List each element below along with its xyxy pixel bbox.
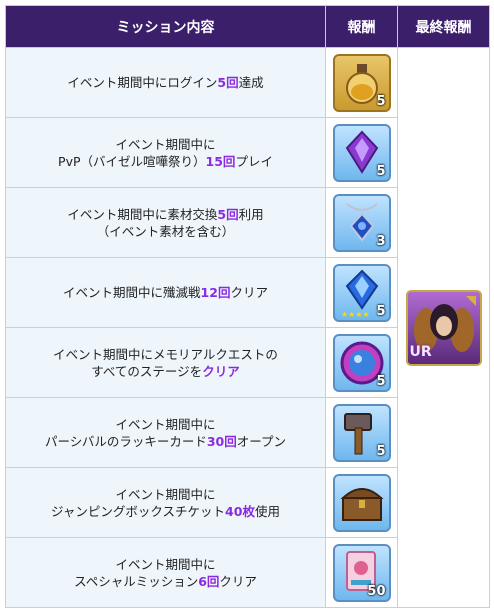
mission-description: イベント期間中にログイン5回達成: [5, 47, 326, 118]
mission-count-highlight: 5回: [217, 206, 239, 222]
mission-description: イベント期間中に PvP（バイゼル喧嘩祭り）15回プレイ: [5, 117, 326, 188]
hammer-icon[interactable]: 5: [332, 403, 391, 462]
reward-count: 5: [376, 373, 386, 389]
svg-text:★★★★: ★★★★: [341, 310, 370, 319]
reward-cell: 50: [325, 537, 398, 608]
mission-count-highlight: 40枚: [225, 503, 255, 519]
mission-count-highlight: 6回: [198, 573, 220, 589]
mission-count-highlight: 5回: [217, 75, 239, 90]
purple-gem-icon[interactable]: 5: [332, 123, 391, 182]
pendant-icon[interactable]: 3: [332, 193, 391, 252]
reward-cell: [325, 467, 398, 538]
mission-text: プレイ: [235, 153, 273, 169]
reward-count: 50: [367, 583, 386, 599]
mission-text: スペシャルミッション: [74, 573, 199, 589]
mission-text: PvP（バイゼル喧嘩祭り）: [58, 153, 206, 169]
mission-text: パーシバルのラッキーカード: [44, 433, 207, 449]
mission-count-highlight: 12回: [200, 285, 231, 300]
mission-description: イベント期間中に パーシバルのラッキーカード30回オープン: [5, 397, 326, 468]
reward-count: 3: [376, 233, 386, 249]
mission-count-highlight: 30回: [206, 433, 237, 449]
character-card-icon[interactable]: UR: [405, 289, 482, 366]
rarity-badge: UR: [409, 343, 432, 360]
reward-cell: 5: [325, 117, 398, 188]
mission-column-header: ミッション内容: [5, 5, 326, 48]
mission-text: イベント期間中にメモリアルクエストの: [53, 346, 278, 362]
ticket-icon[interactable]: 50: [332, 543, 391, 602]
reward-count: 5: [376, 443, 386, 459]
blue-crystal-icon[interactable]: ★★★★ 5: [332, 263, 391, 322]
mission-text: 使用: [254, 503, 280, 519]
mission-text: オープン: [236, 433, 287, 449]
mission-count-highlight: クリア: [202, 363, 240, 379]
potion-icon[interactable]: 5: [332, 53, 391, 112]
mission-text: ジャンピングボックスチケット: [51, 503, 226, 519]
mission-text: イベント期間中に: [115, 486, 216, 502]
mission-text: イベント期間中に素材交換: [67, 206, 218, 222]
mission-text: イベント期間中にログイン: [67, 75, 218, 90]
reward-cell: 3: [325, 187, 398, 258]
table-row: イベント期間中にログイン5回達成 5 UR: [5, 47, 490, 608]
mission-description: イベント期間中にメモリアルクエストの すべてのステージをクリア: [5, 327, 326, 398]
reward-cell: 5: [325, 327, 398, 398]
mission-text: クリア: [230, 285, 268, 300]
final-reward-column-header: 最終報酬: [397, 5, 490, 48]
mission-description: イベント期間中に素材交換5回利用 （イベント素材を含む）: [5, 187, 326, 258]
mission-description: イベント期間中に殲滅戦12回クリア: [5, 257, 326, 328]
mission-text: イベント期間中に殲滅戦: [63, 285, 201, 300]
reward-cell: 5: [325, 47, 398, 118]
reward-count: 5: [376, 163, 386, 179]
mission-text: イベント期間中に: [115, 136, 216, 152]
reward-cell: 5: [325, 397, 398, 468]
reward-cell: ★★★★ 5: [325, 257, 398, 328]
reward-column-header: 報酬: [325, 5, 398, 48]
mission-description: イベント期間中に スペシャルミッション6回クリア: [5, 537, 326, 608]
treasure-chest-icon[interactable]: [332, 473, 391, 532]
mission-count-highlight: 15回: [205, 153, 236, 169]
mission-text: 利用: [238, 206, 264, 222]
mission-text: イベント期間中に: [115, 416, 216, 432]
mission-text: クリア: [219, 573, 257, 589]
mission-text: すべてのステージを: [91, 363, 203, 379]
mission-text: イベント期間中に: [115, 556, 216, 572]
reward-count: 5: [376, 93, 386, 109]
table-header-row: ミッション内容 報酬 最終報酬: [5, 5, 490, 48]
mission-text: （イベント素材を含む）: [96, 223, 235, 239]
final-reward-cell: UR: [397, 47, 490, 608]
mission-table: ミッション内容 報酬 最終報酬 イベント期間中にログイン5回達成 5 UR イベ…: [5, 5, 490, 608]
mission-text: 達成: [238, 75, 264, 90]
reward-count: 5: [376, 303, 386, 319]
mission-description: イベント期間中に ジャンピングボックスチケット40枚使用: [5, 467, 326, 538]
orb-icon[interactable]: 5: [332, 333, 391, 392]
